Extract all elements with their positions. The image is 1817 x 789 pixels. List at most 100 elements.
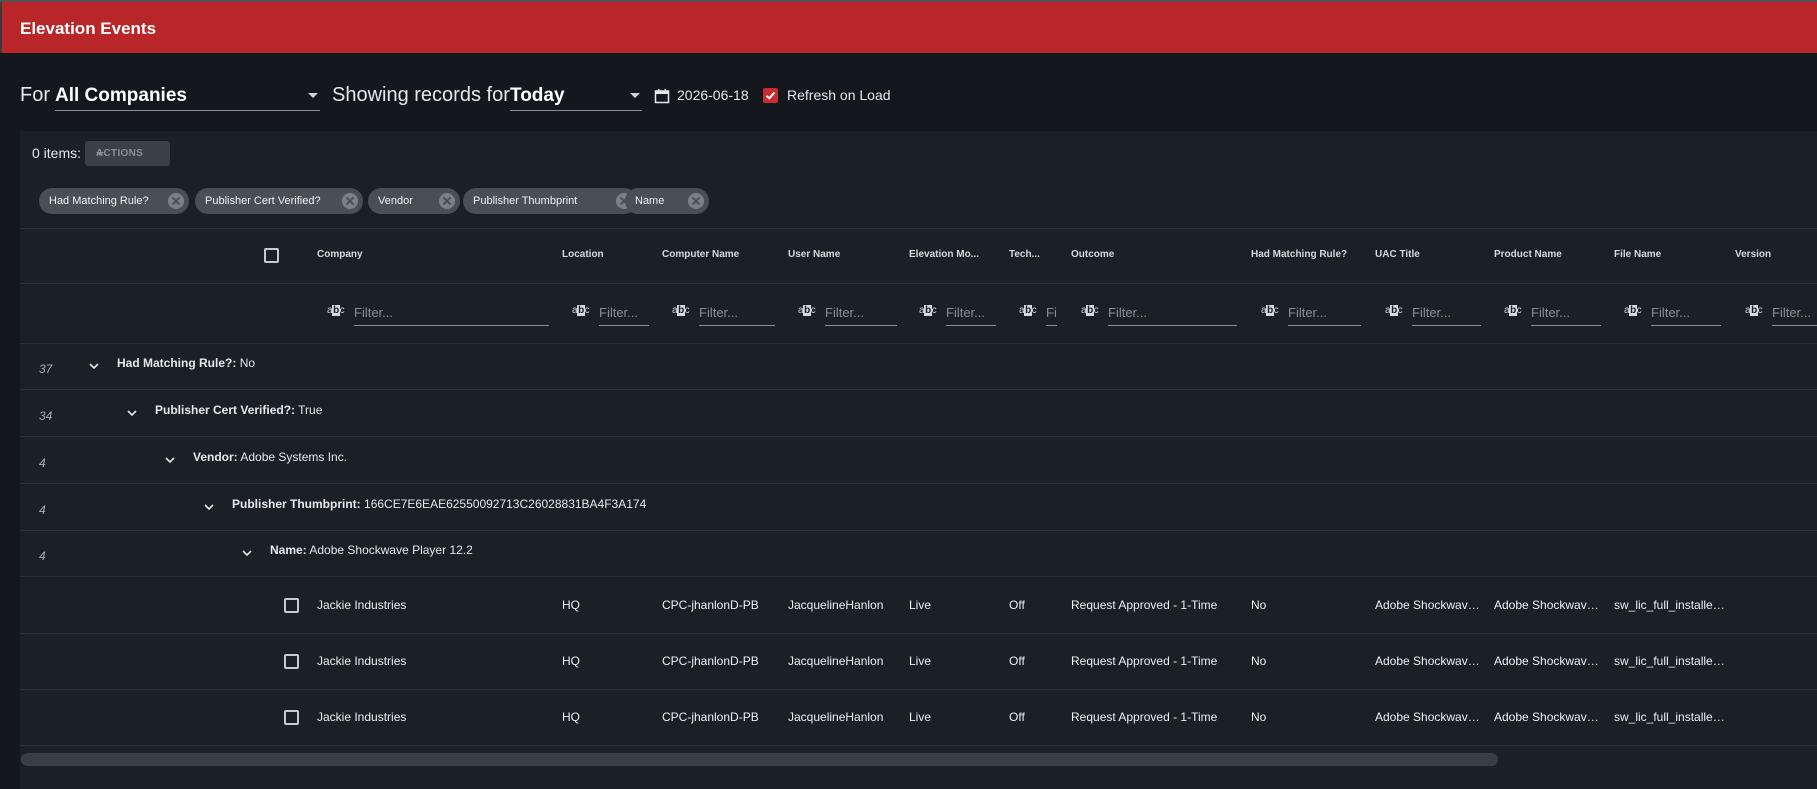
filter-outcome: abc Filter... bbox=[1081, 296, 1238, 326]
close-circle-icon[interactable] bbox=[342, 193, 358, 209]
column-header-uac-title[interactable]: UAC Title bbox=[1375, 249, 1420, 260]
divider bbox=[20, 228, 1817, 229]
column-header-tech[interactable]: Tech... bbox=[1009, 249, 1040, 260]
filter-input-location[interactable]: Filter... bbox=[599, 298, 649, 326]
group-chip-publisher-thumbprint[interactable]: Publisher Thumbprint bbox=[463, 188, 637, 214]
column-header-file-name[interactable]: File Name bbox=[1614, 249, 1661, 260]
group-row-publisher-cert-verified[interactable]: 34 Publisher Cert Verified?: True bbox=[20, 391, 1817, 437]
abc-filter-icon: abc bbox=[672, 305, 690, 316]
filter-company: abc Filter... bbox=[327, 296, 549, 326]
page-title: Elevation Events bbox=[20, 19, 157, 38]
cell-company: Jackie Industries bbox=[317, 598, 407, 612]
cell-tech: Off bbox=[1009, 654, 1025, 668]
filter-placeholder: Filter... bbox=[1651, 305, 1691, 320]
row-checkbox[interactable] bbox=[284, 598, 299, 613]
filter-location: abc Filter... bbox=[572, 296, 650, 326]
refresh-on-load-label: Refresh on Load bbox=[787, 87, 891, 103]
filter-input-file-name[interactable]: Filter... bbox=[1651, 298, 1721, 326]
company-select[interactable]: All Companies bbox=[55, 81, 320, 111]
group-field: Publisher Cert Verified?: bbox=[155, 403, 296, 417]
group-row-publisher-thumbprint[interactable]: 4 Publisher Thumbprint: 166CE7E6EAE62550… bbox=[20, 485, 1817, 531]
cell-user-name: JacquelineHanlon bbox=[788, 710, 884, 724]
column-header-elevation-mode[interactable]: Elevation Mo... bbox=[909, 249, 979, 260]
cell-location: HQ bbox=[562, 710, 580, 724]
abc-filter-icon: abc bbox=[919, 305, 937, 316]
chevron-down-icon[interactable] bbox=[204, 502, 214, 512]
close-circle-icon[interactable] bbox=[439, 193, 455, 209]
chevron-down-icon[interactable] bbox=[89, 361, 99, 371]
cell-uac-title: Adobe Shockwave ... bbox=[1375, 598, 1485, 612]
column-header-product-name[interactable]: Product Name bbox=[1494, 249, 1562, 260]
select-all-checkbox[interactable] bbox=[264, 248, 279, 263]
cell-outcome: Request Approved - 1-Time bbox=[1071, 654, 1218, 668]
chevron-down-icon[interactable] bbox=[242, 548, 252, 558]
period-select-value: Today bbox=[510, 85, 565, 106]
row-checkbox[interactable] bbox=[284, 654, 299, 669]
column-header-computer-name[interactable]: Computer Name bbox=[662, 249, 739, 260]
cell-file-name: sw_lic_full_installer... bbox=[1614, 598, 1726, 612]
column-header-version[interactable]: Version bbox=[1735, 249, 1771, 260]
column-header-had-matching-rule[interactable]: Had Matching Rule? bbox=[1251, 249, 1347, 260]
cell-user-name: JacquelineHanlon bbox=[788, 598, 884, 612]
group-count: 34 bbox=[39, 409, 53, 423]
chevron-down-icon bbox=[630, 93, 640, 98]
column-header-outcome[interactable]: Outcome bbox=[1071, 249, 1114, 260]
table-row[interactable]: Jackie Industries HQ CPC-jhanlonD-PB Jac… bbox=[20, 578, 1817, 634]
cell-had-matching-rule: No bbox=[1251, 598, 1267, 612]
table-row[interactable]: Jackie Industries HQ CPC-jhanlonD-PB Jac… bbox=[20, 634, 1817, 690]
close-circle-icon[interactable] bbox=[688, 193, 704, 209]
filter-input-tech[interactable]: Fi bbox=[1046, 298, 1057, 326]
filter-input-elevation-mode[interactable]: Filter... bbox=[946, 298, 996, 326]
abc-filter-icon: abc bbox=[572, 305, 590, 316]
group-field: Name: bbox=[270, 543, 307, 557]
filter-input-uac-title[interactable]: Filter... bbox=[1412, 298, 1481, 326]
row-checkbox[interactable] bbox=[284, 710, 299, 725]
column-header-user-name[interactable]: User Name bbox=[788, 249, 840, 260]
refresh-on-load-checkbox[interactable] bbox=[763, 88, 778, 103]
date-field[interactable]: 2026-06-18 bbox=[677, 87, 749, 103]
group-value: 166CE7E6EAE62550092713C26028831BA4F3A174 bbox=[364, 497, 647, 511]
chevron-down-icon[interactable] bbox=[165, 455, 175, 465]
showing-label: Showing records for bbox=[332, 84, 510, 106]
calendar-icon[interactable] bbox=[654, 88, 670, 104]
filter-input-user-name[interactable]: Filter... bbox=[825, 298, 897, 326]
filter-input-version[interactable]: Filter... bbox=[1772, 298, 1817, 326]
abc-filter-icon: abc bbox=[327, 305, 345, 316]
company-select-value: All Companies bbox=[55, 85, 187, 106]
filter-had-matching-rule: abc Filter... bbox=[1261, 296, 1361, 326]
group-value: Adobe Shockwave Player 12.2 bbox=[309, 543, 473, 557]
column-header-location[interactable]: Location bbox=[562, 249, 604, 260]
filter-input-had-matching-rule[interactable]: Filter... bbox=[1288, 298, 1361, 326]
group-label: Had Matching Rule?: No bbox=[117, 356, 255, 370]
group-chip-had-matching-rule[interactable]: Had Matching Rule? bbox=[39, 188, 189, 214]
filter-file-name: abc Filter... bbox=[1624, 296, 1722, 326]
group-count: 4 bbox=[39, 456, 46, 470]
group-chip-label: Had Matching Rule? bbox=[49, 195, 149, 207]
group-value: True bbox=[298, 403, 323, 417]
group-chip-vendor[interactable]: Vendor bbox=[368, 188, 460, 214]
abc-filter-icon: abc bbox=[1624, 305, 1642, 316]
chevron-down-icon[interactable] bbox=[127, 408, 137, 418]
period-select[interactable]: Today bbox=[510, 81, 642, 111]
group-row-vendor[interactable]: 4 Vendor: Adobe Systems Inc. bbox=[20, 438, 1817, 484]
group-chip-publisher-cert-verified[interactable]: Publisher Cert Verified? bbox=[195, 188, 363, 214]
horizontal-scrollbar[interactable] bbox=[21, 753, 1498, 766]
group-row-had-matching-rule[interactable]: 37 Had Matching Rule?: No bbox=[20, 344, 1817, 390]
filter-input-product-name[interactable]: Filter... bbox=[1531, 298, 1601, 326]
filter-input-company[interactable]: Filter... bbox=[354, 298, 549, 326]
close-circle-icon[interactable] bbox=[168, 193, 184, 209]
cell-outcome: Request Approved - 1-Time bbox=[1071, 598, 1218, 612]
column-header-company[interactable]: Company bbox=[317, 249, 363, 260]
group-row-name[interactable]: 4 Name: Adobe Shockwave Player 12.2 bbox=[20, 531, 1817, 577]
abc-filter-icon: abc bbox=[1261, 305, 1279, 316]
filter-input-computer-name[interactable]: Filter... bbox=[699, 298, 775, 326]
group-label: Publisher Thumbprint: 166CE7E6EAE6255009… bbox=[232, 497, 646, 511]
table-row[interactable]: Jackie Industries HQ CPC-jhanlonD-PB Jac… bbox=[20, 690, 1817, 746]
group-chip-name[interactable]: Name bbox=[625, 188, 709, 214]
filter-input-outcome[interactable]: Filter... bbox=[1108, 298, 1237, 326]
abc-filter-icon: abc bbox=[1385, 305, 1403, 316]
chevron-down-icon bbox=[96, 152, 104, 156]
for-label: For bbox=[20, 84, 50, 106]
actions-button[interactable]: ACTIONS bbox=[85, 141, 170, 166]
titlebar-edge bbox=[0, 2, 2, 55]
